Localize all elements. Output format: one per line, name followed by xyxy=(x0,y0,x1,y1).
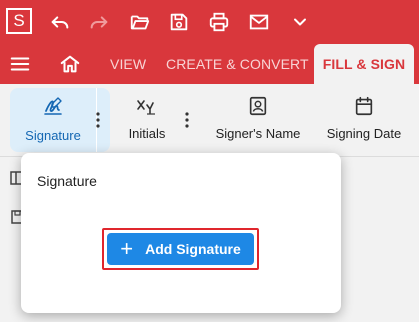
signature-tool-label: Signature xyxy=(25,128,81,143)
tab-view[interactable]: VIEW xyxy=(110,44,146,84)
tab-fill-sign[interactable]: FILL & SIGN xyxy=(314,44,414,84)
initials-tool-label: Initials xyxy=(128,126,166,141)
signing-date-tool-label: Signing Date xyxy=(326,126,402,141)
calendar-icon xyxy=(324,94,404,118)
title-bar: S xyxy=(0,0,419,44)
signature-tool-button[interactable]: Signature xyxy=(10,88,110,152)
initials-tool-button[interactable]: Initials xyxy=(126,84,168,156)
mail-icon[interactable] xyxy=(247,10,271,34)
print-icon[interactable] xyxy=(207,10,231,34)
signers-name-tool-button[interactable]: Signer's Name xyxy=(212,84,304,156)
save-icon[interactable] xyxy=(167,10,191,34)
signers-name-tool-label: Signer's Name xyxy=(215,126,301,141)
more-vertical-icon[interactable] xyxy=(182,108,192,132)
more-vertical-icon[interactable] xyxy=(93,108,103,132)
home-icon[interactable] xyxy=(58,52,82,76)
signature-popover: Signature + Add Signature xyxy=(21,153,341,313)
undo-icon[interactable] xyxy=(48,10,72,34)
add-signature-button[interactable]: + Add Signature xyxy=(107,233,254,265)
plus-icon: + xyxy=(120,236,134,261)
popover-title: Signature xyxy=(37,173,97,189)
signature-pen-icon xyxy=(10,94,96,118)
chevron-down-icon[interactable] xyxy=(288,10,312,34)
fill-sign-toolbar: Signature Initials Signer's Name Signing… xyxy=(0,84,419,157)
ribbon-tab-bar: VIEW CREATE & CONVERT FILL & SIGN xyxy=(0,44,419,84)
add-signature-label: Add Signature xyxy=(145,241,241,257)
signing-date-tool-button[interactable]: Signing Date xyxy=(324,84,404,156)
menu-icon[interactable] xyxy=(8,52,32,76)
initials-icon xyxy=(126,94,168,118)
app-logo: S xyxy=(6,8,32,34)
open-folder-icon[interactable] xyxy=(128,10,152,34)
tab-create-convert[interactable]: CREATE & CONVERT xyxy=(166,44,309,84)
redo-icon[interactable] xyxy=(87,10,111,34)
contact-card-icon xyxy=(212,94,304,118)
